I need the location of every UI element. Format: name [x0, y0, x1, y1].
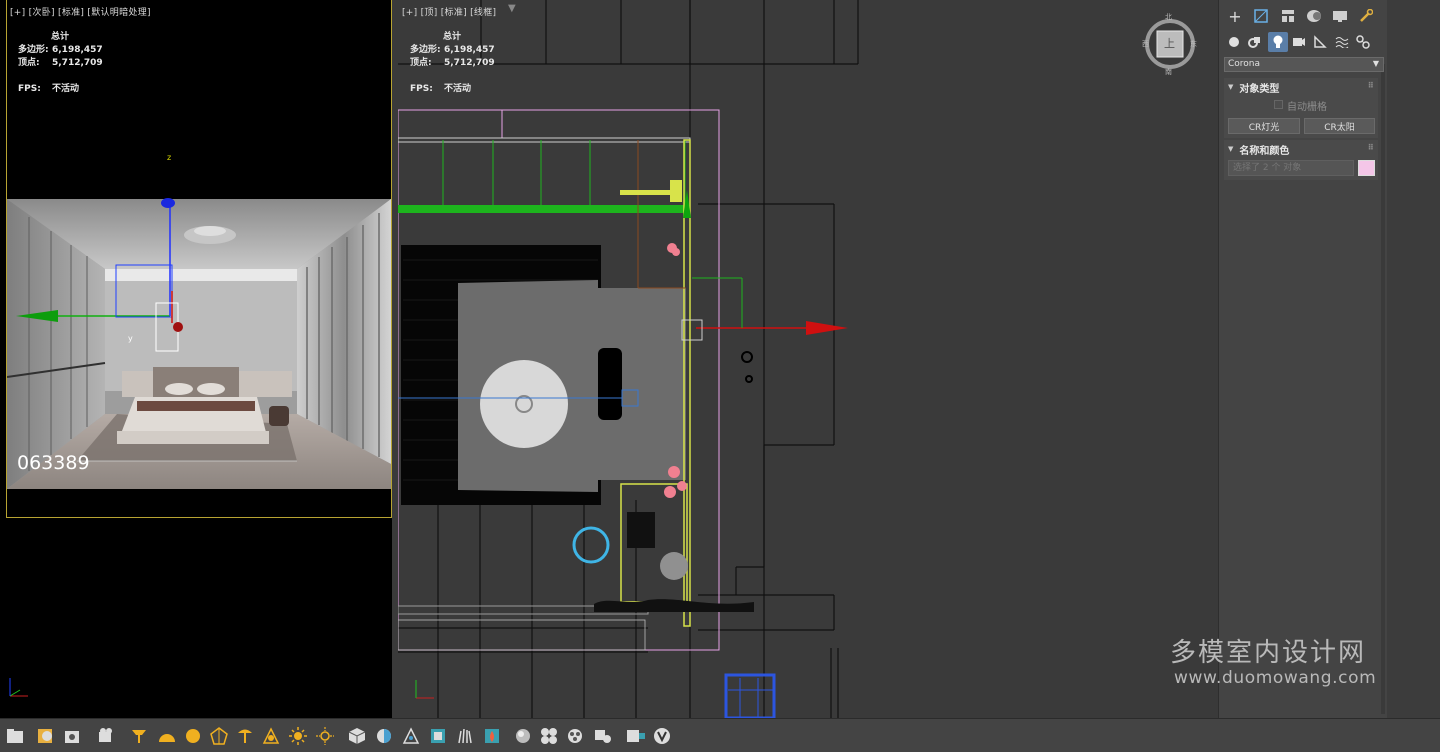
- create-icon[interactable]: +: [1226, 7, 1244, 26]
- modify-icon[interactable]: [1252, 7, 1270, 25]
- lightmix-icon[interactable]: [592, 725, 614, 747]
- left-viewport[interactable]: [+] [次卧] [标准] [默认明暗处理] 总计 多边形: 6,198,457 …: [0, 0, 396, 718]
- lights-icon[interactable]: [1268, 32, 1288, 52]
- fur-icon[interactable]: [454, 725, 476, 747]
- watermark-title: 多模室内设计网: [1170, 638, 1367, 668]
- cameras-icon[interactable]: [1290, 33, 1308, 51]
- fps-label: FPS:: [18, 84, 41, 94]
- floorplan-wireframe[interactable]: [398, 0, 1218, 718]
- cr-sun-button[interactable]: CR太阳: [1304, 118, 1375, 134]
- shapes-icon[interactable]: [1246, 33, 1264, 51]
- scene-explorer-icon[interactable]: [4, 725, 26, 747]
- renderer-dropdown-value: Corona: [1228, 59, 1261, 69]
- fps-value: 不活动: [52, 84, 80, 94]
- vert-label: 顶点:: [410, 58, 432, 68]
- panel-right-pane: [1387, 0, 1440, 718]
- watermark-url: www.duomowang.com: [1174, 668, 1377, 688]
- render-setup-icon[interactable]: [62, 725, 84, 747]
- viewcube-north[interactable]: 北: [1165, 12, 1172, 22]
- panel-scrollbar[interactable]: [1381, 64, 1385, 714]
- poly-value: 6,198,457: [52, 45, 103, 55]
- pattern-icon[interactable]: [400, 725, 422, 747]
- object-type-title: 对象类型: [1239, 83, 1280, 95]
- axis-z-label: z: [167, 153, 172, 162]
- collapse-icon: ▼: [1228, 83, 1234, 91]
- helpers-icon[interactable]: [1311, 33, 1329, 51]
- hierarchy-icon[interactable]: [1279, 7, 1297, 25]
- renderer-dropdown[interactable]: Corona ▼: [1224, 57, 1384, 72]
- object-type-header[interactable]: ▼ 对象类型 ⠿: [1224, 79, 1378, 95]
- bottom-toolbar: [0, 718, 1440, 752]
- rollout-grip-icon: ⠿: [1367, 81, 1374, 90]
- cr-light-button[interactable]: CR灯光: [1228, 118, 1300, 134]
- autogrid-label: 自动栅格: [1287, 102, 1327, 113]
- axis-y-label: y: [128, 334, 133, 343]
- autogrid-checkbox[interactable]: [1274, 100, 1283, 109]
- viewcube-west[interactable]: 西: [1142, 39, 1149, 49]
- vert-value: 5,712,709: [444, 58, 495, 68]
- poly-label: 多边形:: [410, 45, 441, 55]
- ies-light-icon[interactable]: [234, 725, 256, 747]
- stats-title: 总计: [51, 32, 70, 42]
- rollout-grip-icon: ⠿: [1367, 143, 1374, 152]
- fps-label: FPS:: [410, 84, 433, 94]
- viewcube[interactable]: 上 北 南 西 东: [1142, 12, 1198, 77]
- chevron-down-icon: ▼: [1372, 59, 1379, 68]
- spacewarps-icon[interactable]: [1333, 33, 1351, 51]
- camera-icon[interactable]: [96, 725, 118, 747]
- object-color-swatch[interactable]: [1358, 160, 1375, 176]
- layered-mtl-icon[interactable]: [564, 725, 586, 747]
- poly-value: 6,198,457: [444, 45, 495, 55]
- poly-label: 多边形:: [18, 45, 49, 55]
- vfb-icon[interactable]: [625, 725, 647, 747]
- systems-icon[interactable]: [1354, 33, 1372, 51]
- dome-light-icon[interactable]: [156, 725, 178, 747]
- object-name-input[interactable]: [1228, 160, 1354, 176]
- spot-light-icon[interactable]: [128, 725, 150, 747]
- fps-value: 不活动: [444, 84, 472, 94]
- name-color-title: 名称和颜色: [1239, 145, 1290, 157]
- decal-icon[interactable]: [427, 725, 449, 747]
- collapse-icon: ▼: [1228, 145, 1234, 153]
- world-axis-icon: [9, 678, 28, 697]
- material-sphere-icon[interactable]: [512, 725, 534, 747]
- viewport-label[interactable]: [+] [顶] [标准] [线框]: [402, 5, 496, 18]
- material-editor-icon[interactable]: [34, 725, 56, 747]
- viewcube-east[interactable]: 东: [1190, 39, 1197, 49]
- viewport-filter-icon[interactable]: ▼: [508, 3, 516, 14]
- move-gizmo[interactable]: y: [10, 195, 210, 365]
- motion-icon[interactable]: [1305, 7, 1323, 25]
- sun-icon[interactable]: [287, 725, 309, 747]
- sphere-light-icon[interactable]: [182, 725, 204, 747]
- proxy-icon[interactable]: [346, 725, 368, 747]
- sky-icon[interactable]: [314, 725, 336, 747]
- right-viewport[interactable]: [+] [顶] [标准] [线框] ▼ 总计 多边形: 6,198,457 顶点:…: [398, 0, 1218, 718]
- omni-light-icon[interactable]: [260, 725, 282, 747]
- geometry-icon[interactable]: [1225, 33, 1243, 51]
- viewcube-face[interactable]: 上: [1164, 35, 1175, 51]
- multimap-icon[interactable]: [538, 725, 560, 747]
- render-id-text: 063389: [17, 452, 90, 474]
- scatter-icon[interactable]: [373, 725, 395, 747]
- vray-icon[interactable]: [651, 725, 673, 747]
- utilities-icon[interactable]: [1357, 7, 1375, 25]
- stats-overlay: 总计 多边形: 6,198,457 顶点: 5,712,709 FPS: 不活动: [18, 31, 103, 96]
- display-icon[interactable]: [1331, 7, 1349, 25]
- stats-title: 总计: [443, 32, 462, 42]
- vert-value: 5,712,709: [52, 58, 103, 68]
- viewport-label[interactable]: [+] [次卧] [标准] [默认明暗处理]: [10, 5, 151, 18]
- stats-overlay: 总计 多边形: 6,198,457 顶点: 5,712,709 FPS: 不活动: [410, 31, 495, 96]
- name-color-header[interactable]: ▼ 名称和颜色 ⠿: [1224, 141, 1378, 157]
- mesh-light-icon[interactable]: [208, 725, 230, 747]
- viewcube-south[interactable]: 南: [1165, 67, 1172, 77]
- vert-label: 顶点:: [18, 58, 40, 68]
- volume-icon[interactable]: [481, 725, 503, 747]
